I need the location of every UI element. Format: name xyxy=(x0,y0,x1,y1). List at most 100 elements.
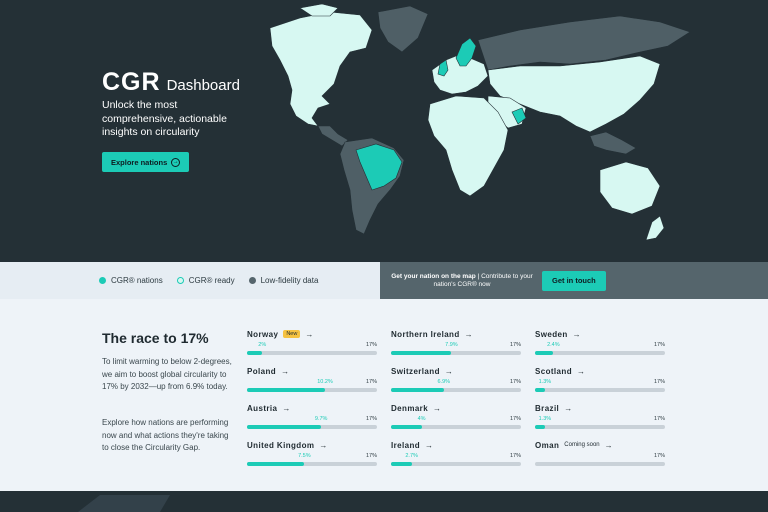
target-label: 17% xyxy=(365,342,377,348)
map-new-zealand[interactable] xyxy=(645,215,665,241)
arrow-right-icon: → xyxy=(282,403,291,413)
arrow-right-icon: → xyxy=(464,329,473,339)
bar-labels: 7.9% 17% xyxy=(391,342,521,350)
map-greenland[interactable] xyxy=(377,5,429,53)
arrow-right-icon: → xyxy=(576,366,585,376)
legend-dot-icon xyxy=(248,277,256,284)
value-label: 6.9% xyxy=(437,379,451,385)
target-label: 17% xyxy=(509,453,521,459)
bar-labels: 1.3% 17% xyxy=(535,416,665,424)
value-label: 7.5% xyxy=(298,453,311,459)
progress-track xyxy=(247,425,377,429)
nation-item: Austria → 9.7% 17% xyxy=(247,403,377,433)
progress-fill xyxy=(391,388,444,392)
nation-name: Norway xyxy=(247,329,279,339)
nation-item: Oman Coming soon → 17% xyxy=(535,440,665,470)
progress-fill xyxy=(391,425,422,429)
legend-label: Low-fidelity data xyxy=(260,276,319,285)
arrow-right-icon: → xyxy=(319,440,328,450)
explore-nations-button[interactable]: Explore nations → xyxy=(102,152,190,172)
nation-item: Sweden → 2.4% 17% xyxy=(535,329,665,359)
nation-name: Sweden xyxy=(535,329,568,339)
bar-labels: 9.7% 17% xyxy=(247,416,377,424)
nation-item: Switzerland → 6.9% 17% xyxy=(391,366,521,396)
legend-item-cgr-nations: CGR® nations xyxy=(99,276,163,285)
map-africa[interactable] xyxy=(427,95,509,197)
progress-fill xyxy=(535,425,545,429)
nation-name: Switzerland xyxy=(391,366,440,376)
progress-track xyxy=(535,388,665,392)
nation-name: United Kingdom xyxy=(247,440,315,450)
progress-track xyxy=(391,388,521,392)
nation-link[interactable]: Denmark → xyxy=(391,403,521,413)
value-label: 2.7% xyxy=(405,453,418,459)
progress-track xyxy=(391,462,521,466)
footer-decoration xyxy=(78,495,170,512)
map-russia[interactable] xyxy=(477,15,691,71)
get-in-touch-button[interactable]: Get in touch xyxy=(542,270,606,291)
bar-labels: 2.4% 17% xyxy=(535,342,665,350)
nation-link[interactable]: Oman Coming soon → xyxy=(535,440,665,450)
map-north-america[interactable] xyxy=(269,11,373,127)
nation-link[interactable]: Poland → xyxy=(247,366,377,376)
map-australia[interactable] xyxy=(599,161,661,215)
map-central-america[interactable] xyxy=(317,125,349,147)
arrow-circle-icon: → xyxy=(171,157,181,167)
nation-link[interactable]: Austria → xyxy=(247,403,377,413)
race-title: The race to 17% xyxy=(102,330,209,346)
bar-labels: 6.9% 17% xyxy=(391,379,521,387)
bar-labels: 7.5% 17% xyxy=(247,453,377,461)
arrow-right-icon: → xyxy=(425,440,434,450)
bar-labels: 10.2% 17% xyxy=(247,379,377,387)
progress-track xyxy=(535,351,665,355)
explore-nations-label: Explore nations xyxy=(111,157,168,167)
contribute-band: Get your nation on the map | Contribute … xyxy=(380,262,768,299)
target-label: 17% xyxy=(653,416,665,422)
nation-link[interactable]: Northern Ireland → xyxy=(391,329,521,339)
progress-fill xyxy=(247,351,263,355)
value-label: 1.3% xyxy=(538,416,552,422)
nation-name: Brazil xyxy=(535,403,560,413)
progress-track xyxy=(247,462,377,466)
logo-suffix: Dashboard xyxy=(166,77,240,94)
nation-name: Oman xyxy=(535,440,560,450)
map-southeast-asia[interactable] xyxy=(589,131,637,155)
nation-link[interactable]: Ireland → xyxy=(391,440,521,450)
cgr-logo[interactable]: CGR Dashboard xyxy=(102,68,240,97)
footer-band xyxy=(0,491,768,512)
target-label: 17% xyxy=(365,379,377,385)
progress-track xyxy=(391,351,521,355)
legend-dot-icon xyxy=(99,277,106,284)
nation-name: Northern Ireland xyxy=(391,329,460,339)
progress-fill xyxy=(535,351,554,355)
nation-link[interactable]: Scotland → xyxy=(535,366,665,376)
nation-link[interactable]: Norway New → xyxy=(247,329,377,339)
target-label: 17% xyxy=(365,416,377,422)
progress-track xyxy=(535,462,665,466)
nation-link[interactable]: Switzerland → xyxy=(391,366,521,376)
nation-link[interactable]: United Kingdom → xyxy=(247,440,377,450)
progress-track xyxy=(391,425,521,429)
nation-link[interactable]: Brazil → xyxy=(535,403,665,413)
nation-link[interactable]: Sweden → xyxy=(535,329,665,339)
value-label: 2% xyxy=(258,342,267,348)
progress-fill xyxy=(535,388,545,392)
nation-name: Austria xyxy=(247,403,278,413)
nation-item: United Kingdom → 7.5% 17% xyxy=(247,440,377,470)
nation-item: Poland → 10.2% 17% xyxy=(247,366,377,396)
value-label: 9.7% xyxy=(314,416,328,422)
coming-soon-label: Coming soon xyxy=(564,442,600,448)
contribute-lead: Get your nation on the map xyxy=(391,272,476,280)
nation-name: Ireland xyxy=(391,440,421,450)
progress-fill xyxy=(391,462,412,466)
nation-name: Denmark xyxy=(391,403,429,413)
legend-dot-icon xyxy=(176,277,184,284)
contribute-text: Get your nation on the map | Contribute … xyxy=(387,273,537,289)
nation-item: Ireland → 2.7% 17% xyxy=(391,440,521,470)
nation-item: Scotland → 1.3% 17% xyxy=(535,366,665,396)
value-label: 4% xyxy=(417,416,426,422)
value-label: 7.9% xyxy=(445,342,458,348)
nation-item: Denmark → 4% 17% xyxy=(391,403,521,433)
bar-labels: 2% 17% xyxy=(247,342,377,350)
race-intro: To limit warming to below 2-degrees, we … xyxy=(102,357,232,391)
